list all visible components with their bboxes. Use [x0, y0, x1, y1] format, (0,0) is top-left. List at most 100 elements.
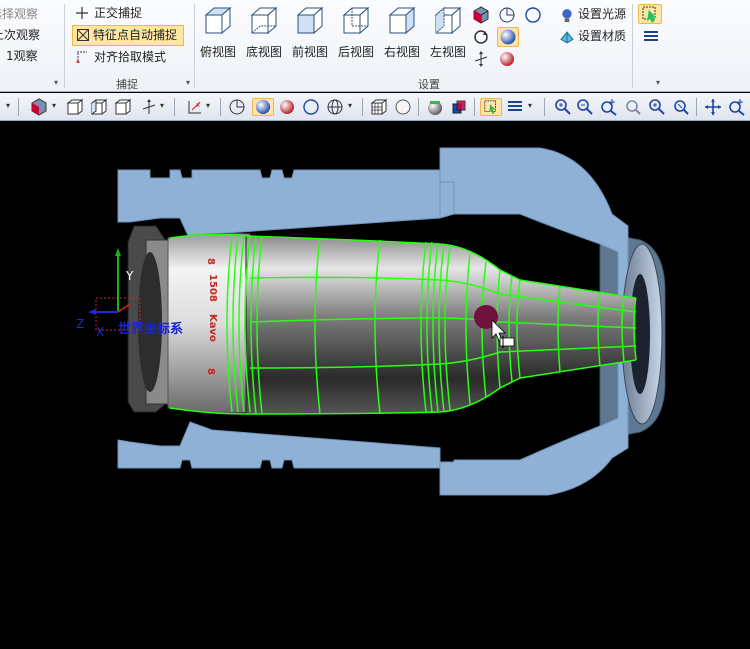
render-mode-dropdown-icon[interactable]: ▾	[52, 101, 56, 110]
svg-text:x: x	[196, 101, 200, 109]
toolbar-dropdown-icon[interactable]: ▾	[6, 101, 10, 110]
settings-group-expander-icon[interactable]: ▾	[656, 78, 660, 87]
axis-z-label: Z	[76, 317, 84, 331]
axis-arrows-icon[interactable]	[472, 50, 490, 68]
toolbar-separator	[696, 98, 697, 116]
ortho-snap-label: 正交捕捉	[94, 6, 143, 20]
previous-view-label: 上次观察	[0, 28, 41, 42]
layer-dropdown-icon[interactable]: ▾	[528, 101, 532, 110]
right-view-button[interactable]: 右视图	[380, 4, 424, 60]
toolbar-separator	[18, 98, 19, 116]
iso-cube-icon-3[interactable]	[114, 98, 132, 116]
light-bulb-icon	[562, 9, 572, 22]
set-material-button[interactable]: 设置材质	[558, 26, 626, 46]
sphere-wire-icon[interactable]	[228, 98, 246, 116]
world-coordinate-label: 世界坐标系	[118, 322, 184, 337]
engraving-number: 1508	[207, 274, 218, 302]
globe-dropdown-icon[interactable]: ▾	[348, 101, 352, 110]
grid-cube-icon[interactable]	[370, 98, 388, 116]
right-view-label: 右视图	[383, 45, 420, 59]
back-view-cube-icon	[342, 6, 370, 35]
toolbar-separator	[418, 98, 419, 116]
select-view-item[interactable]: 选择观察	[0, 4, 38, 24]
shaded-sphere-button[interactable]	[497, 27, 519, 47]
group-separator	[64, 4, 65, 88]
align-pick-icon	[76, 51, 87, 63]
iso-cube-icon-1[interactable]	[66, 98, 84, 116]
bottom-view-button[interactable]: 底视图	[242, 4, 286, 60]
toolbar-separator	[544, 98, 545, 116]
set-light-label: 设置光源	[578, 7, 627, 21]
engraving-brand: Kavo	[207, 314, 218, 342]
layered-cube-icon[interactable]	[450, 98, 468, 116]
view-toolbar: ▾ ▾ ▾ x ▾ ▾ ▾	[0, 93, 750, 121]
top-view-button[interactable]: 俯视图	[196, 4, 240, 60]
engraving-8-bottom: 8	[205, 368, 216, 375]
zoom-out-icon[interactable]	[576, 98, 594, 116]
zoom-in-icon[interactable]	[648, 98, 666, 116]
capture-group-expander-icon[interactable]: ▾	[186, 78, 190, 87]
bottom-view-label: 底视图	[245, 45, 282, 59]
hollow-sphere-icon[interactable]	[524, 6, 542, 24]
pick-toolbar-icon	[484, 100, 496, 115]
left-group-expander-icon[interactable]: ▾	[54, 78, 58, 87]
iso-cube-icon-2[interactable]	[90, 98, 108, 116]
zoom-window-icon[interactable]	[554, 98, 572, 116]
zoom-previous-icon[interactable]	[624, 98, 642, 116]
align-pick-label: 对齐拾取模式	[94, 50, 167, 64]
shaded-sphere-toolbar-button[interactable]	[252, 98, 274, 116]
hollow-circle-icon[interactable]	[394, 98, 412, 116]
set-light-button[interactable]: 设置光源	[558, 4, 626, 24]
pick-toolbar-button[interactable]	[480, 98, 502, 116]
left-view-cube-icon	[434, 6, 462, 35]
snap-box-icon	[77, 29, 89, 41]
ortho-snap-item[interactable]: 正交捕捉	[72, 3, 142, 23]
ucs-axis-icon[interactable]: x	[186, 98, 204, 116]
front-view-button[interactable]: 前视图	[288, 4, 332, 60]
layer-list-icon[interactable]	[506, 98, 524, 116]
coordinate-axes-icon[interactable]	[140, 98, 158, 116]
shaded-sphere-toolbar-icon	[255, 99, 271, 115]
bottom-view-cube-icon	[250, 6, 278, 35]
render-mode-icon[interactable]	[30, 98, 48, 116]
toolbar-separator	[474, 98, 475, 116]
globe-icon[interactable]	[326, 98, 344, 116]
top-view-label: 俯视图	[199, 45, 236, 59]
left-view-label: 左视图	[429, 45, 466, 59]
3d-viewport[interactable]: 8 Kavo 1508 8 Y Z X 世界坐标系	[0, 122, 750, 649]
group-separator	[632, 4, 633, 88]
shaded-sphere-icon	[500, 29, 516, 45]
axis-y-label: Y	[125, 269, 134, 283]
shaded-cube-icon[interactable]	[472, 6, 490, 24]
axes-dropdown-icon[interactable]: ▾	[160, 101, 164, 110]
front-view-cube-icon	[296, 6, 324, 35]
red-sphere-icon[interactable]	[498, 50, 516, 68]
material-ball-icon[interactable]	[426, 98, 444, 116]
wireframe-sphere-icon[interactable]	[498, 6, 516, 24]
back-view-label: 后视图	[337, 45, 374, 59]
view-ratio-item[interactable]: ：1观察	[0, 46, 38, 66]
settings-group-label: 设置	[418, 78, 440, 91]
red-sphere-toolbar-icon[interactable]	[278, 98, 296, 116]
top-view-cube-icon	[204, 6, 232, 35]
feature-point-snap-item[interactable]: 特征点自动捕捉	[72, 25, 184, 46]
feature-point-snap-label: 特征点自动捕捉	[93, 28, 178, 42]
ucs-dropdown-icon[interactable]: ▾	[206, 101, 210, 110]
align-pick-item[interactable]: 对齐拾取模式	[72, 47, 166, 67]
zoom-plus-icon[interactable]	[728, 98, 746, 116]
zoom-extents-icon[interactable]	[672, 98, 690, 116]
left-view-button[interactable]: 左视图	[426, 4, 470, 60]
capture-group-label: 捕捉	[116, 78, 138, 91]
list-layers-icon[interactable]	[642, 28, 660, 46]
engraving-8-top: 8	[205, 258, 216, 265]
previous-view-item[interactable]: 上次观察	[0, 25, 40, 45]
pick-mode-button[interactable]	[638, 4, 662, 24]
toolbar-separator	[362, 98, 363, 116]
zoom-dynamic-icon[interactable]	[600, 98, 618, 116]
pan-icon[interactable]	[704, 98, 722, 116]
rotate-view-icon[interactable]	[472, 28, 490, 46]
back-view-button[interactable]: 后视图	[334, 4, 378, 60]
set-material-label: 设置材质	[578, 29, 627, 43]
ribbon: 选择观察 上次观察 ：1观察 ▾ 正交捕捉 特征点自动捕捉 对齐拾取模式 捕捉 …	[0, 0, 750, 92]
hollow-sphere-toolbar-icon[interactable]	[302, 98, 320, 116]
